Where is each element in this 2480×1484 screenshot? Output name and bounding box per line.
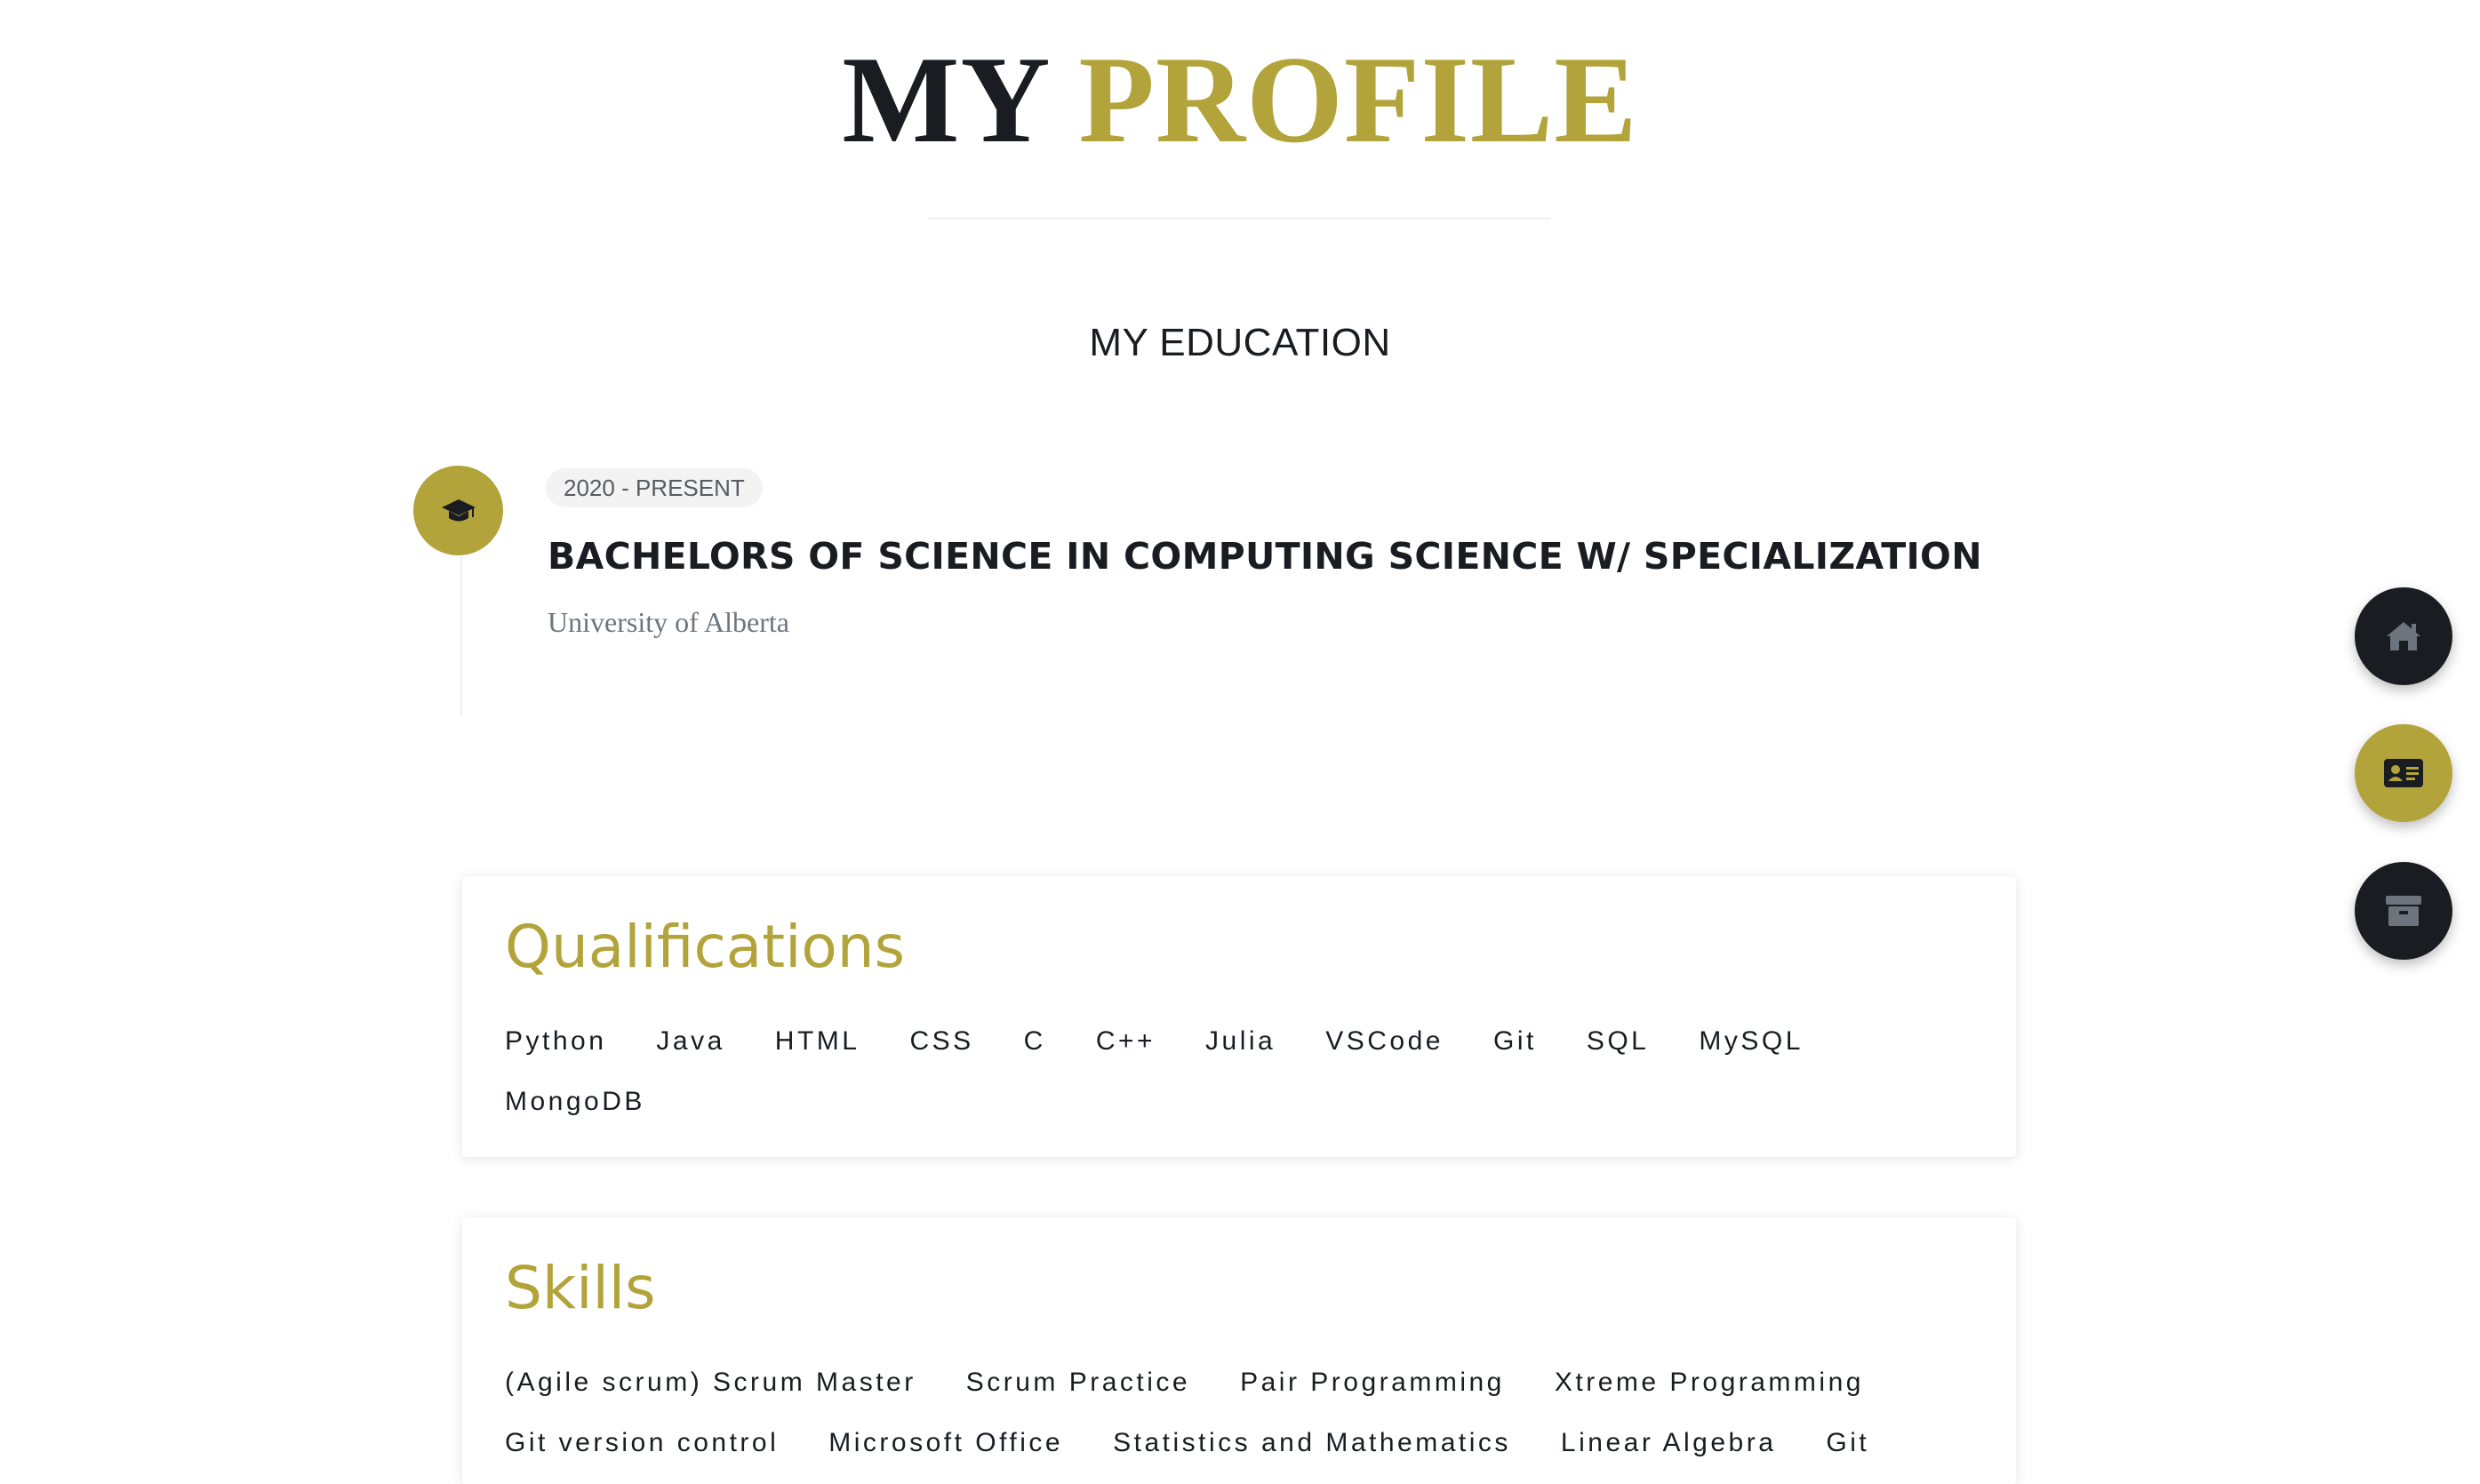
qualification-item: Git <box>1492 1026 1537 1056</box>
page-title: MY PROFILE <box>0 34 2480 167</box>
qualifications-list: Python Java HTML CSS C C++ Julia VSCode … <box>505 1011 1963 1132</box>
skill-item: Linear Algebra <box>1560 1428 1777 1457</box>
home-icon <box>2387 622 2420 650</box>
qualification-item: MongoDB <box>505 1087 645 1116</box>
page-title-my: MY <box>842 31 1047 169</box>
page-title-profile: PROFILE <box>1078 31 1638 169</box>
education-degree: BACHELORS OF SCIENCE IN COMPUTING SCIENC… <box>548 535 1982 578</box>
archive-box-icon <box>2386 896 2421 926</box>
qualification-item: Julia <box>1205 1026 1276 1056</box>
title-divider <box>928 218 1550 219</box>
qualification-item: HTML <box>774 1026 860 1056</box>
skill-item: (Agile scrum) Scrum Master <box>505 1368 916 1397</box>
qualifications-card: Qualifications Python Java HTML CSS C C+… <box>462 876 2016 1157</box>
qualification-item: C++ <box>1095 1026 1156 1056</box>
archive-nav-button[interactable] <box>2355 862 2452 960</box>
qualification-item: Java <box>656 1026 725 1056</box>
skills-title: Skills <box>505 1254 656 1322</box>
skill-item: Git <box>1826 1428 1870 1457</box>
qualification-item: CSS <box>909 1026 974 1056</box>
education-school: University of Alberta <box>548 606 789 638</box>
education-date-badge: 2020 - PRESENT <box>546 468 763 507</box>
qualification-item: MySQL <box>1699 1026 1804 1056</box>
qualifications-title: Qualifications <box>505 913 906 981</box>
timeline-line <box>460 551 462 715</box>
id-card-icon <box>2384 759 2423 787</box>
profile-nav-button[interactable] <box>2355 724 2452 822</box>
skills-list: (Agile scrum) Scrum Master Scrum Practic… <box>505 1352 1963 1473</box>
skill-item: Git version control <box>505 1428 780 1457</box>
home-nav-button[interactable] <box>2355 587 2452 685</box>
qualification-item: SQL <box>1586 1026 1650 1056</box>
qualification-item: VSCode <box>1325 1026 1444 1056</box>
graduation-cap-icon <box>413 466 503 555</box>
skill-item: Statistics and Mathematics <box>1113 1428 1511 1457</box>
skill-item: Xtreme Programming <box>1554 1368 1864 1397</box>
skill-item: Scrum Practice <box>965 1368 1191 1397</box>
qualification-item: Python <box>505 1026 607 1056</box>
skill-item: Microsoft Office <box>828 1428 1064 1457</box>
skill-item: Pair Programming <box>1240 1368 1505 1397</box>
education-section-title: MY EDUCATION <box>1089 321 1391 364</box>
skills-card: Skills (Agile scrum) Scrum Master Scrum … <box>462 1217 2016 1484</box>
qualification-item: C <box>1023 1026 1046 1056</box>
